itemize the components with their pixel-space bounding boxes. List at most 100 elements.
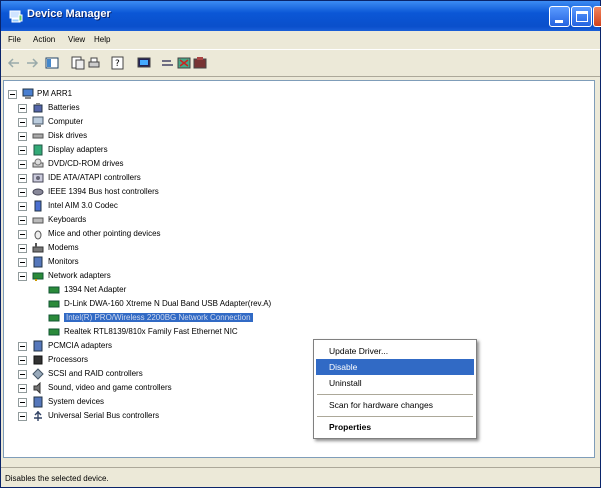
keyboard-icon	[32, 217, 44, 224]
expand-toggle[interactable]	[18, 412, 27, 421]
maximize-button[interactable]	[571, 6, 592, 27]
minimize-icon	[555, 20, 563, 23]
show-hide-tree-icon[interactable]	[45, 56, 59, 70]
menu-properties-label: Properties	[329, 422, 372, 432]
category-label: Processors	[48, 355, 89, 364]
help-icon[interactable]: ?	[111, 56, 125, 70]
monitor-icon	[33, 256, 43, 268]
category-label: Display adapters	[48, 145, 108, 154]
codec-icon	[34, 200, 42, 212]
ide-controller-icon	[32, 173, 44, 183]
menu-separator	[317, 394, 473, 395]
expand-toggle[interactable]	[18, 104, 27, 113]
menu-action[interactable]: Action	[33, 35, 55, 44]
menu-properties[interactable]: Properties	[316, 419, 474, 435]
menu-separator	[317, 416, 473, 417]
menu-scan-hardware[interactable]: Scan for hardware changes	[316, 397, 474, 413]
system-devices-icon	[33, 396, 43, 408]
expand-toggle[interactable]	[18, 356, 27, 365]
device-tree[interactable]: PM ARR1 Batteries Computer Disk drives D…	[3, 80, 595, 458]
svg-text:?: ?	[115, 59, 120, 69]
expand-toggle[interactable]	[18, 216, 27, 225]
category-label: IEEE 1394 Bus host controllers	[48, 187, 159, 196]
forward-arrow-icon[interactable]	[25, 56, 39, 70]
network-adapter-icon	[32, 272, 44, 281]
expand-toggle[interactable]	[18, 258, 27, 267]
modem-icon	[32, 243, 44, 253]
expand-toggle[interactable]	[18, 342, 27, 351]
computer-icon	[22, 88, 34, 99]
menu-view[interactable]: View	[68, 35, 85, 44]
menu-update-driver-label: Update Driver...	[329, 346, 389, 356]
pcmcia-icon	[33, 340, 43, 352]
expand-toggle[interactable]	[18, 174, 27, 183]
network-card-icon	[48, 328, 60, 336]
category-label: Monitors	[48, 257, 79, 266]
scsi-controller-icon	[32, 368, 44, 380]
category-label: System devices	[48, 397, 105, 406]
close-button[interactable]	[593, 6, 601, 27]
network-card-icon	[48, 314, 60, 322]
expand-toggle[interactable]	[18, 398, 27, 407]
menu-file[interactable]: File	[8, 35, 21, 44]
tree-root-label: PM ARR1	[37, 89, 73, 98]
category-label: Intel AIM 3.0 Codec	[48, 201, 118, 210]
expand-toggle[interactable]	[18, 132, 27, 141]
menu-uninstall[interactable]: Uninstall	[316, 375, 474, 391]
expand-toggle[interactable]	[18, 230, 27, 239]
window-title: Device Manager	[27, 8, 111, 20]
minimize-button[interactable]	[549, 6, 570, 27]
back-arrow-icon[interactable]	[7, 56, 21, 70]
category-label: DVD/CD-ROM drives	[48, 159, 124, 168]
menu-uninstall-label: Uninstall	[329, 378, 362, 388]
sound-icon	[33, 382, 41, 394]
print-icon[interactable]	[87, 56, 101, 70]
mouse-icon	[34, 230, 42, 240]
device-label: D-Link DWA-160 Xtreme N Dual Band USB Ad…	[64, 299, 272, 308]
expand-toggle[interactable]	[18, 244, 27, 253]
category-label: Batteries	[48, 103, 80, 112]
menu-scan-hardware-label: Scan for hardware changes	[329, 400, 433, 410]
expand-toggle[interactable]	[18, 118, 27, 127]
dvd-drive-icon	[32, 158, 44, 168]
device-label: Intel(R) PRO/Wireless 2200BG Network Con…	[64, 313, 253, 322]
menu-help[interactable]: Help	[94, 35, 110, 44]
uninstall-device-icon[interactable]	[193, 56, 207, 70]
collapse-toggle[interactable]	[8, 90, 17, 99]
disable-device-icon[interactable]	[177, 56, 191, 70]
expand-toggle[interactable]	[18, 384, 27, 393]
processor-icon	[33, 355, 43, 365]
menu-update-driver[interactable]: Update Driver...	[316, 343, 474, 359]
category-label: Modems	[48, 243, 79, 252]
expand-toggle[interactable]	[18, 188, 27, 197]
category-label: PCMCIA adapters	[48, 341, 113, 350]
device-manager-icon	[9, 10, 23, 23]
menu-disable[interactable]: Disable	[316, 359, 474, 375]
collapse-toggle[interactable]	[18, 272, 27, 281]
status-bar: Disables the selected device.	[1, 467, 600, 487]
update-driver-icon[interactable]	[137, 56, 151, 70]
device-manager-window: Device Manager File Action View Help ? P…	[0, 0, 601, 488]
display-adapter-icon	[33, 144, 43, 156]
scan-hardware-icon[interactable]	[161, 56, 175, 70]
category-label: Keyboards	[48, 215, 87, 224]
toolbar: ?	[1, 49, 600, 77]
maximize-icon	[576, 11, 588, 22]
category-label: Network adapters	[48, 271, 111, 280]
expand-toggle[interactable]	[18, 202, 27, 211]
category-label: Mice and other pointing devices	[48, 229, 161, 238]
device-label: 1394 Net Adapter	[64, 285, 127, 294]
properties-icon[interactable]	[71, 56, 85, 70]
computer-icon	[32, 116, 44, 127]
category-label: Computer	[48, 117, 84, 126]
usb-controller-icon	[34, 411, 42, 421]
disk-drive-icon	[32, 133, 44, 139]
title-bar[interactable]: Device Manager	[1, 1, 601, 31]
category-label: Disk drives	[48, 131, 88, 140]
context-menu: Update Driver... Disable Uninstall Scan …	[313, 339, 477, 439]
expand-toggle[interactable]	[18, 370, 27, 379]
menu-bar: File Action View Help	[1, 31, 600, 49]
expand-toggle[interactable]	[18, 146, 27, 155]
expand-toggle[interactable]	[18, 160, 27, 169]
status-text: Disables the selected device.	[5, 474, 109, 483]
